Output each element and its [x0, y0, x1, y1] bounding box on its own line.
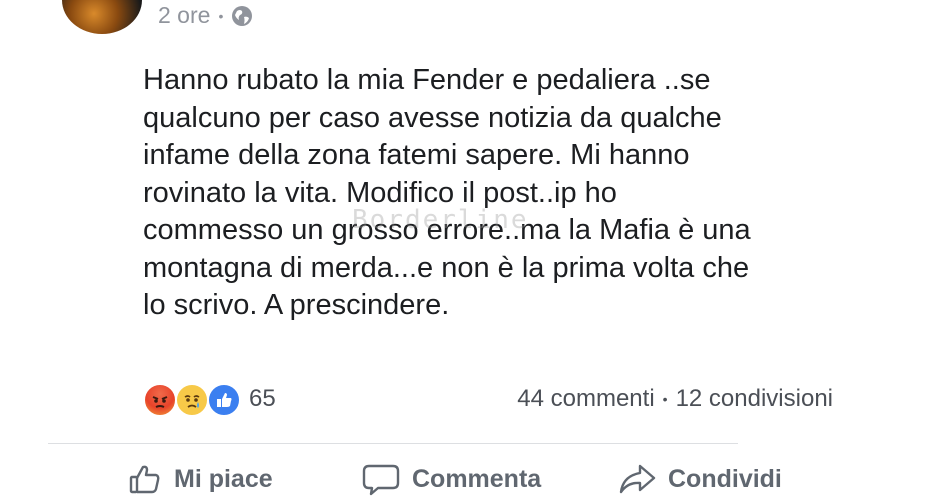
share-arrow-icon	[618, 462, 656, 496]
angry-reaction-icon	[143, 383, 177, 417]
thumbs-up-icon	[128, 462, 162, 496]
globe-icon[interactable]	[231, 5, 253, 27]
comment-count[interactable]: 44 commenti	[517, 385, 654, 413]
comment-button-label: Commenta	[412, 464, 542, 493]
post-meta: 2 ore •	[158, 2, 253, 29]
comment-button[interactable]: Commenta	[362, 462, 541, 496]
comment-icon	[362, 462, 400, 496]
reaction-icons[interactable]	[143, 383, 253, 419]
reactions-row: 65 44 commenti • 12 condivisioni	[143, 380, 833, 420]
post-text: Hanno rubato la mia Fender e pedaliera .…	[143, 64, 751, 321]
meta-separator-dot: •	[218, 7, 224, 24]
count-separator-dot: •	[662, 391, 668, 407]
sad-reaction-icon	[175, 383, 209, 417]
watermark: Borderline	[352, 205, 529, 235]
reaction-count[interactable]: 65	[249, 385, 276, 413]
engagement-counts: 44 commenti • 12 condivisioni	[517, 385, 833, 413]
share-count[interactable]: 12 condivisioni	[676, 385, 833, 413]
avatar[interactable]	[62, 0, 142, 34]
share-button[interactable]: Condividi	[618, 462, 782, 496]
divider	[48, 443, 738, 444]
like-reaction-icon	[207, 383, 241, 417]
share-button-label: Condividi	[668, 464, 782, 493]
like-button-label: Mi piace	[174, 464, 273, 493]
like-button[interactable]: Mi piace	[128, 462, 273, 496]
action-bar: Mi piace Commenta Condividi	[0, 462, 950, 502]
post-timestamp[interactable]: 2 ore	[158, 2, 210, 29]
